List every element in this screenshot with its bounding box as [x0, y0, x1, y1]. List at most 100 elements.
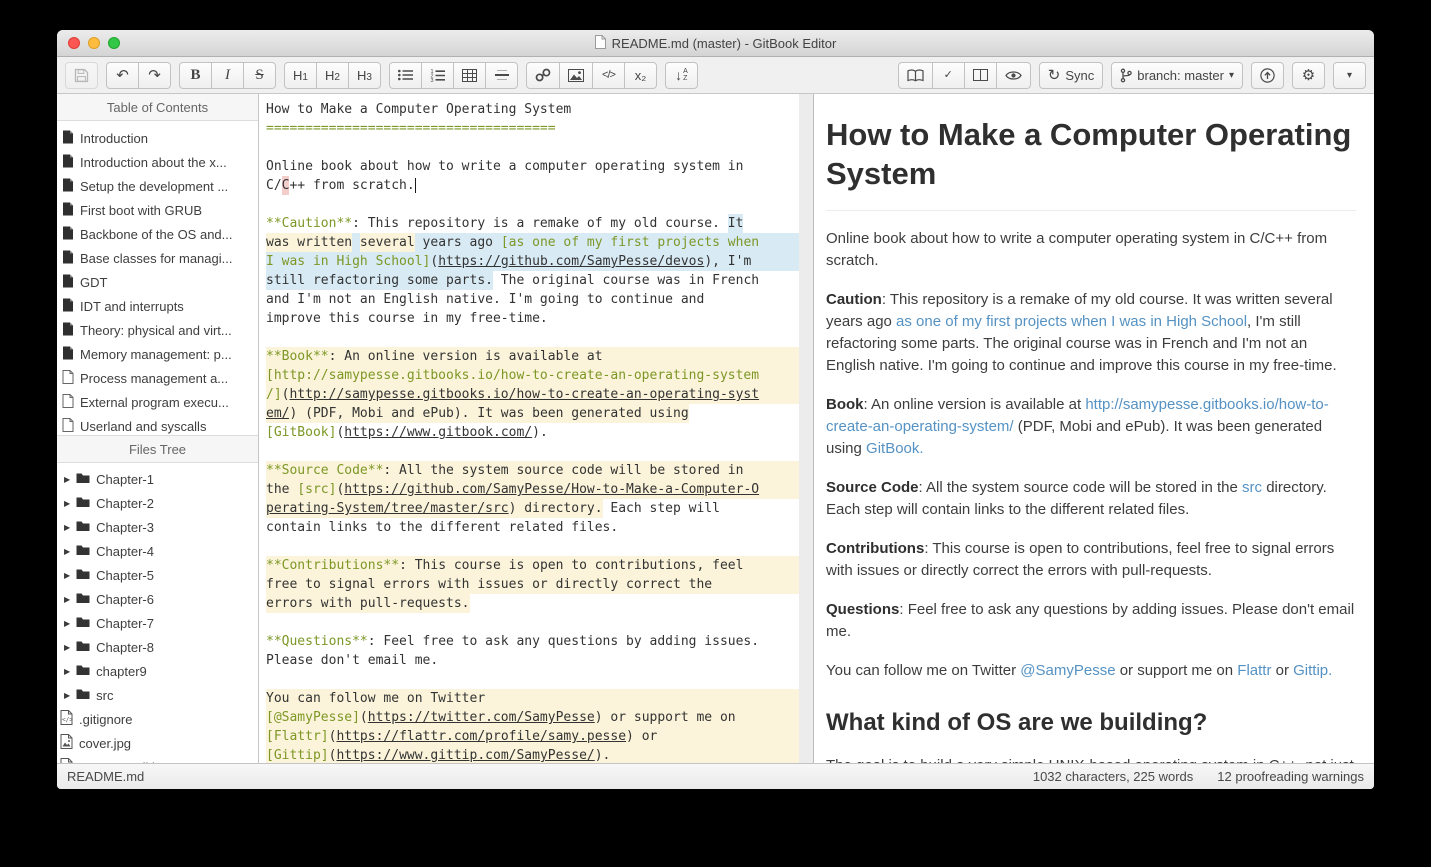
file-tree-folder-src[interactable]: ▶ src [57, 683, 258, 707]
expand-triangle-icon[interactable]: ▶ [64, 523, 70, 532]
code-icon: </> [602, 69, 616, 81]
preview-link[interactable]: Gittip. [1293, 662, 1332, 679]
preview-link[interactable]: http://samypesse.gitbooks.io/how-to-crea… [826, 396, 1329, 435]
expand-triangle-icon[interactable]: ▶ [64, 595, 70, 604]
preview-link[interactable]: Flattr [1237, 662, 1271, 679]
preview-link[interactable]: @SamyPesse [1020, 662, 1115, 679]
toc-item-theory-physical-and-virt[interactable]: Theory: physical and virt... [57, 318, 258, 342]
toc-item-label: Process management a... [80, 370, 229, 386]
toc-item-process-management-a[interactable]: Process management a... [57, 366, 258, 390]
toc-item-memory-management-p[interactable]: Memory management: p... [57, 342, 258, 366]
toolbar-button-heading-3[interactable]: H3 [348, 61, 381, 89]
expand-triangle-icon[interactable]: ▶ [64, 619, 70, 628]
expand-triangle-icon[interactable]: ▶ [64, 571, 70, 580]
file-tree-folder-chapter-6[interactable]: ▶ Chapter-6 [57, 587, 258, 611]
toolbar-button-save[interactable] [65, 61, 98, 89]
markdown-editor[interactable]: How to Make a Computer Operating System =… [259, 94, 799, 763]
chevron-down-icon: ▾ [1346, 69, 1353, 81]
status-filename: README.md [67, 769, 145, 784]
toc-item-label: Backbone of the OS and... [80, 226, 233, 242]
toolbar-button-settings[interactable]: ⚙ [1292, 61, 1325, 89]
expand-triangle-icon[interactable]: ▶ [64, 667, 70, 676]
toolbar-button-strikethrough[interactable]: S [243, 61, 276, 89]
file-tree-folder-chapter-4[interactable]: ▶ Chapter-4 [57, 539, 258, 563]
file-tree-label: Chapter-7 [96, 615, 154, 631]
file-tree-file-cover-small-jpg[interactable]: cover_small.jpg [57, 755, 258, 763]
close-button[interactable] [68, 37, 80, 49]
expand-triangle-icon[interactable]: ▶ [64, 475, 70, 484]
toolbar-button-unordered-list[interactable] [389, 61, 422, 89]
statusbar: README.md 1032 characters, 225 words 12 … [57, 763, 1374, 789]
file-tree-folder-chapter-2[interactable]: ▶ Chapter-2 [57, 491, 258, 515]
toc-item-introduction[interactable]: Introduction [57, 126, 258, 150]
preview-link[interactable]: as one of my first projects when I was i… [896, 313, 1247, 330]
toolbar-button-image[interactable] [559, 61, 593, 89]
toc-item-external-program-execu[interactable]: External program execu... [57, 390, 258, 414]
toolbar-button-bold[interactable]: B [179, 61, 212, 89]
zoom-button[interactable] [108, 37, 120, 49]
toolbar-button-ordered-list[interactable]: 123 [421, 61, 454, 89]
toolbar-button-label: I [225, 66, 230, 83]
toolbar-button-preview-toggle[interactable] [995, 61, 1031, 89]
toc-item-base-classes-for-managi[interactable]: Base classes for managi... [57, 246, 258, 270]
file-tree-label: src [96, 687, 114, 703]
expand-triangle-icon[interactable]: ▶ [64, 643, 70, 652]
toc-item-setup-the-development[interactable]: Setup the development ... [57, 174, 258, 198]
toolbar-button-italic[interactable]: I [211, 61, 244, 89]
toolbar-button-book-preview[interactable] [897, 61, 933, 89]
preview-pane[interactable]: How to Make a Computer Operating System O… [813, 94, 1374, 763]
file-tree-label: Chapter-8 [96, 639, 154, 655]
file-tree-folder-chapter-1[interactable]: ▶ Chapter-1 [57, 467, 258, 491]
toolbar-button-sync[interactable]: ↻ Sync [1038, 61, 1104, 89]
preview-link[interactable]: GitBook. [866, 440, 924, 457]
toc-item-label: Base classes for managi... [80, 250, 233, 266]
toolbar-button-redo[interactable]: ↷ [138, 61, 171, 89]
file-tree-folder-chapter9[interactable]: ▶ chapter9 [57, 659, 258, 683]
toc-item-first-boot-with-grub[interactable]: First boot with GRUB [57, 198, 258, 222]
file-tree-folder-chapter-8[interactable]: ▶ Chapter-8 [57, 635, 258, 659]
toolbar-button-branch[interactable]: branch: master ▾ [1111, 61, 1243, 89]
toolbar-button-heading-1[interactable]: H1 [284, 61, 317, 89]
toolbar-button-spellcheck[interactable]: ✓ [931, 61, 965, 89]
toolbar-button-undo[interactable]: ↶ [106, 61, 139, 89]
toolbar-button-more[interactable]: ▾ [1333, 61, 1366, 89]
toc-item-introduction-about-the-x[interactable]: Introduction about the x... [57, 150, 258, 174]
toolbar-button-label: S [255, 66, 264, 83]
file-tree-file-cover-jpg[interactable]: cover.jpg [57, 731, 258, 755]
toolbar-button-link[interactable] [526, 61, 560, 89]
toolbar-group: ✓ [897, 61, 1031, 89]
toolbar-button-horizontal-rule[interactable] [485, 61, 518, 89]
toolbar-group: ▾ [1333, 61, 1366, 89]
expand-triangle-icon[interactable]: ▶ [64, 691, 70, 700]
toc-item-idt-and-interrupts[interactable]: IDT and interrupts [57, 294, 258, 318]
editor-line: **Caution**: This repository is a remake… [266, 214, 744, 233]
toolbar-button-sort[interactable]: ↓ A Z [665, 61, 698, 89]
toolbar-group: ↻ Sync [1038, 61, 1104, 89]
toc-item-userland-and-syscalls[interactable]: Userland and syscalls [57, 414, 258, 435]
editor-line: ===================================== [266, 121, 556, 136]
toc-item-backbone-of-the-os-and[interactable]: Backbone of the OS and... [57, 222, 258, 246]
expand-triangle-icon[interactable]: ▶ [64, 547, 70, 556]
preview-link[interactable]: src [1242, 479, 1262, 496]
toolbar-button-table[interactable] [453, 61, 486, 89]
toolbar-button-publish[interactable] [1251, 61, 1284, 89]
toolbar-button-code[interactable]: </> [592, 61, 625, 89]
file-tree-folder-chapter-5[interactable]: ▶ Chapter-5 [57, 563, 258, 587]
toolbar-button-split-view[interactable] [963, 61, 997, 89]
link-icon [535, 68, 551, 82]
editor-line: You can follow me on Twitter [266, 689, 799, 708]
toc-item-gdt[interactable]: GDT [57, 270, 258, 294]
minimize-button[interactable] [88, 37, 100, 49]
preview-title: How to Make a Computer Operating System [826, 115, 1356, 211]
file-tree-folder-chapter-7[interactable]: ▶ Chapter-7 [57, 611, 258, 635]
preview-paragraph: Book: An online version is available at … [826, 396, 1329, 457]
expand-triangle-icon[interactable]: ▶ [64, 499, 70, 508]
toolbar-button-subscript[interactable]: x₂ [624, 61, 657, 89]
status-proofreading-warnings[interactable]: 12 proofreading warnings [1217, 769, 1364, 784]
file-tree-folder-chapter-3[interactable]: ▶ Chapter-3 [57, 515, 258, 539]
toolbar-button-heading-2[interactable]: H2 [316, 61, 349, 89]
editor-line: /](http://samypesse.gitbooks.io/how-to-c… [266, 385, 799, 404]
toolbar-group: 123 [389, 61, 518, 89]
file-tree-file-gitignore[interactable]: </> .gitignore [57, 707, 258, 731]
